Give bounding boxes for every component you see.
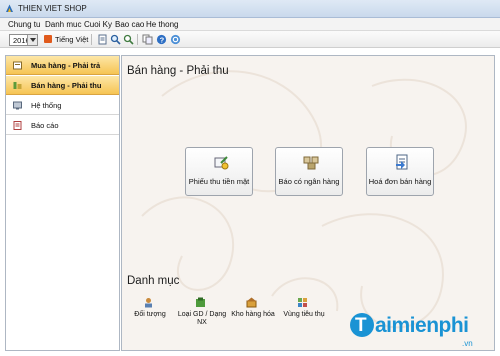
sidebar-item-label: Bán hàng - Phải thu [31, 81, 102, 90]
sidebar-item-system[interactable]: Hệ thống [6, 96, 119, 115]
chevron-down-icon[interactable] [27, 35, 37, 45]
menu-bao-cao[interactable]: Bao cao [115, 20, 144, 29]
category-warehouse[interactable]: Kho hàng hóa [226, 297, 280, 333]
category-label: Vùng tiêu thụ [283, 311, 325, 318]
window-title: THIEN VIET SHOP [18, 4, 87, 13]
sidebar-item-reports[interactable]: Báo cáo [6, 116, 119, 135]
toolbar-separator [137, 34, 138, 45]
report-icon [13, 121, 22, 130]
contacts-icon [145, 298, 152, 308]
menu-he-thong[interactable]: He thong [146, 20, 178, 29]
menu-chung-tu[interactable]: Chung tu [8, 20, 40, 29]
menu-bar: Chung tu Danh muc Cuoi Ky Bao cao He tho… [0, 18, 500, 31]
sales-invoice-button[interactable]: Hoá đơn bán hàng [366, 147, 434, 196]
sales-icon [13, 82, 22, 89]
system-icon [13, 101, 22, 110]
category-label: Đối tượng [134, 311, 166, 318]
svg-text:?: ? [160, 36, 165, 45]
category-region[interactable]: Vùng tiêu thụ [277, 297, 331, 333]
sidebar-item-label: Mua hàng - Phải trả [31, 61, 101, 70]
cart-icon [13, 61, 22, 70]
search-icon[interactable] [110, 34, 121, 45]
toolbar: 2016 Tiếng Việt ? [0, 31, 500, 48]
title-bar: THIEN VIET SHOP [0, 0, 500, 18]
help-icon[interactable]: ? [156, 34, 167, 45]
bank-credit-icon [303, 156, 319, 170]
category-contacts[interactable]: Đối tượng [123, 297, 177, 333]
sidebar-item-sales[interactable]: Bán hàng - Phải thu [6, 76, 119, 95]
zoom-icon[interactable] [123, 34, 134, 45]
button-label: Báo có ngân hàng [278, 177, 340, 186]
watermark-domain: .vn [462, 339, 473, 348]
year-select[interactable]: 2016 [9, 34, 38, 46]
logo-mark [350, 313, 374, 337]
sidebar: Mua hàng - Phải trả Bán hàng - Phải thu … [5, 55, 120, 351]
watermark-logo: aimienphi .vn [350, 312, 486, 350]
invoice-icon [396, 154, 408, 170]
page-title: Bán hàng - Phải thu [127, 65, 229, 77]
sidebar-item-label: Báo cáo [31, 121, 59, 130]
category-label: Kho hàng hóa [231, 311, 275, 318]
refresh-icon[interactable] [170, 34, 181, 45]
language-label: Tiếng Việt [55, 35, 89, 44]
transaction-type-icon [196, 297, 205, 307]
document-icon[interactable] [97, 34, 108, 45]
menu-danh-muc[interactable]: Danh muc [45, 20, 81, 29]
watermark-brand: aimienphi [375, 314, 469, 337]
main-panel: Bán hàng - Phải thu Phiếu thu tiền mặt B… [121, 55, 495, 351]
category-label: Loại GD / Dạng NX [177, 311, 227, 326]
toolbar-separator [91, 34, 92, 45]
copy-icon[interactable] [142, 34, 153, 45]
flag-icon [44, 35, 52, 43]
menu-cuoi-ky[interactable]: Cuoi Ky [84, 20, 112, 29]
button-label: Phiếu thu tiền mặt [188, 177, 250, 186]
cash-receipt-icon [214, 156, 229, 170]
warehouse-icon [246, 297, 257, 308]
cash-receipt-button[interactable]: Phiếu thu tiền mặt [185, 147, 253, 196]
app-icon [6, 4, 13, 12]
sidebar-item-purchases[interactable]: Mua hàng - Phải trả [6, 56, 119, 75]
category-transaction-type[interactable]: Loại GD / Dạng NX [175, 297, 229, 333]
button-label: Hoá đơn bán hàng [368, 177, 432, 186]
bank-credit-button[interactable]: Báo có ngân hàng [275, 147, 343, 196]
categories-title: Danh mục [127, 275, 180, 287]
region-icon [298, 298, 307, 307]
sidebar-item-label: Hệ thống [31, 101, 62, 110]
